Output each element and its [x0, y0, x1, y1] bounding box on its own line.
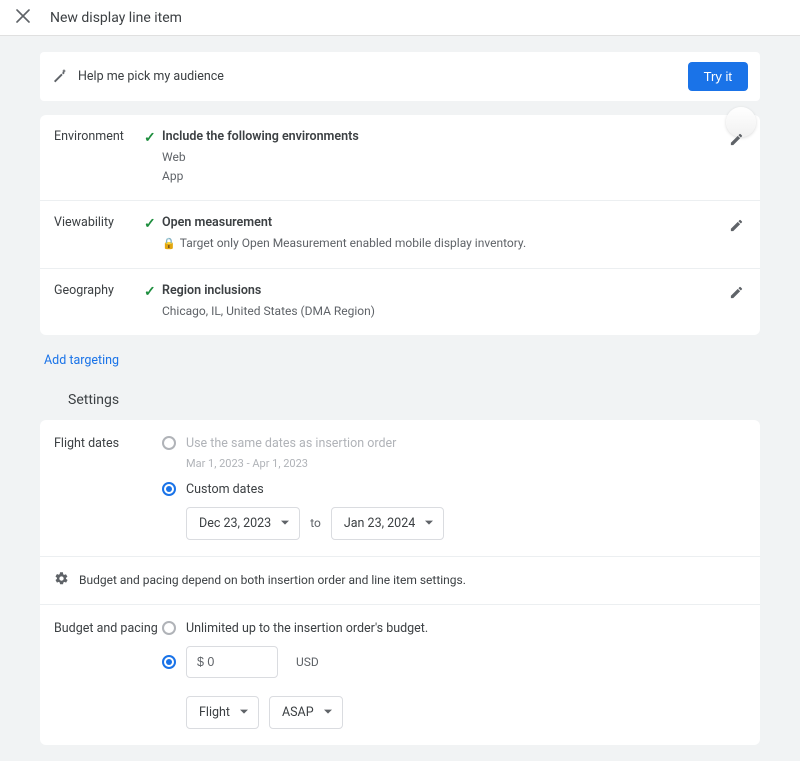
start-date-dropdown[interactable]: Dec 23, 2023: [186, 507, 300, 540]
end-date-dropdown[interactable]: Jan 23, 2024: [331, 507, 444, 540]
settings-title: Settings: [68, 392, 760, 408]
check-icon: ✓: [144, 216, 156, 232]
add-targeting-link[interactable]: Add targeting: [40, 345, 123, 386]
viewability-heading: ✓ Open measurement: [162, 215, 726, 230]
budget-info-banner: Budget and pacing depend on both inserti…: [40, 557, 760, 605]
environment-row: Environment ✓ Include the following envi…: [40, 115, 760, 201]
flight-dates-row: Flight dates Use the same dates as inser…: [40, 420, 760, 557]
geography-region: Chicago, IL, United States (DMA Region): [162, 302, 726, 321]
environment-item: App: [162, 167, 726, 186]
unlimited-budget-radio[interactable]: Unlimited up to the insertion order's bu…: [162, 621, 746, 636]
audience-helper-bar: Help me pick my audience Try it: [40, 52, 760, 101]
budget-pacing-row: Budget and pacing Unlimited up to the in…: [40, 605, 760, 745]
environment-item: Web: [162, 148, 726, 167]
viewability-row: Viewability ✓ Open measurement 🔒 Target …: [40, 201, 760, 268]
magic-wand-icon: [52, 67, 68, 87]
radio-icon: [162, 482, 176, 496]
flight-dropdown[interactable]: Flight: [186, 696, 259, 729]
try-it-button[interactable]: Try it: [688, 62, 748, 91]
audience-helper-text: Help me pick my audience: [78, 69, 678, 84]
gear-icon: [54, 571, 69, 590]
settings-card: Flight dates Use the same dates as inser…: [40, 420, 760, 745]
geography-row: Geography ✓ Region inclusions Chicago, I…: [40, 269, 760, 335]
fixed-budget-radio[interactable]: USD: [162, 646, 746, 678]
same-dates-radio[interactable]: Use the same dates as insertion order: [162, 436, 746, 451]
radio-icon: [162, 436, 176, 450]
viewability-note: 🔒 Target only Open Measurement enabled m…: [162, 234, 726, 253]
page-title: New display line item: [50, 10, 182, 26]
to-label: to: [310, 516, 321, 530]
budget-pacing-label: Budget and pacing: [54, 621, 162, 729]
close-icon[interactable]: [16, 9, 30, 27]
edit-icon[interactable]: [726, 129, 746, 149]
geography-heading: ✓ Region inclusions: [162, 283, 726, 298]
same-dates-range: Mar 1, 2023 - Apr 1, 2023: [186, 457, 746, 470]
check-icon: ✓: [144, 284, 156, 300]
custom-dates-radio[interactable]: Custom dates: [162, 482, 746, 497]
flight-dates-label: Flight dates: [54, 436, 162, 540]
asap-dropdown[interactable]: ASAP: [269, 696, 343, 729]
targeting-card: Environment ✓ Include the following envi…: [40, 115, 760, 335]
edit-icon[interactable]: [726, 283, 746, 303]
edit-icon[interactable]: [726, 215, 746, 235]
environment-heading: ✓ Include the following environments: [162, 129, 726, 144]
budget-amount-input[interactable]: [186, 646, 278, 678]
check-icon: ✓: [144, 130, 156, 146]
lock-icon: 🔒: [162, 235, 176, 253]
radio-icon: [162, 621, 176, 635]
currency-label: USD: [296, 655, 319, 669]
radio-icon: [162, 655, 176, 669]
